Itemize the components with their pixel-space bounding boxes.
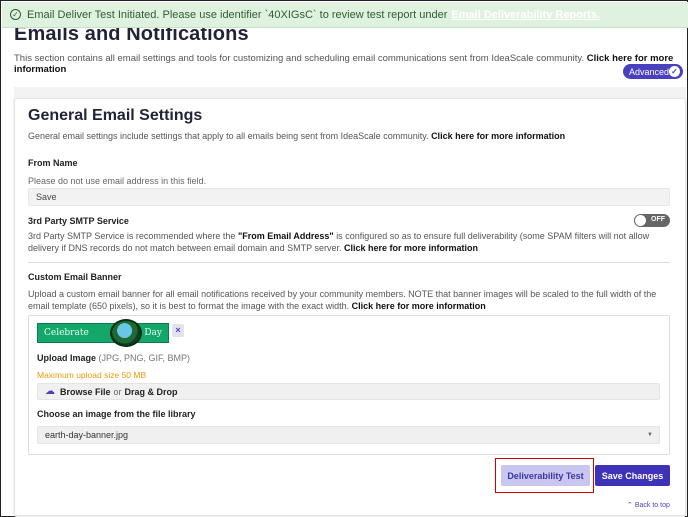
toggle-knob bbox=[635, 215, 646, 226]
drag-drop-text: Drag & Drop bbox=[124, 386, 178, 397]
success-toast: ✓ Email Deliver Test Initiated. Please u… bbox=[2, 2, 688, 28]
from-name-help: Please do not use email address in this … bbox=[28, 176, 207, 186]
banner-text-left: Celebrate bbox=[44, 328, 89, 338]
toast-message: Email Deliver Test Initiated. Please use… bbox=[27, 8, 448, 21]
remove-banner-button[interactable]: × bbox=[172, 324, 184, 337]
smtp-more-info-link[interactable]: Click here for more information bbox=[344, 243, 478, 253]
banner-text-right: Day bbox=[144, 328, 162, 338]
deliverability-reports-link[interactable]: Email Deliverability Reports. bbox=[451, 9, 600, 21]
general-more-info-link[interactable]: Click here for more information bbox=[431, 131, 565, 141]
file-library-label: Choose an image from the file library bbox=[37, 409, 196, 419]
from-name-value: Save bbox=[36, 192, 57, 202]
max-upload-size: Maximum upload size 50 MB bbox=[37, 370, 147, 380]
file-library-select[interactable]: earth-day-banner.jpg ▼ bbox=[37, 426, 660, 444]
checkmark-icon: ✓ bbox=[669, 66, 680, 77]
section-description-text: General email settings include settings … bbox=[28, 131, 429, 141]
page-intro-text: This section contains all email settings… bbox=[14, 53, 585, 64]
smtp-label: 3rd Party SMTP Service bbox=[28, 216, 129, 226]
advanced-toggle[interactable]: Advanced ✓ bbox=[623, 64, 683, 79]
highlight-box bbox=[495, 458, 594, 493]
upload-image-title: Upload Image bbox=[37, 353, 97, 363]
banner-label: Custom Email Banner bbox=[28, 272, 122, 282]
app-frame: ✓ Email Deliver Test Initiated. Please u… bbox=[0, 0, 688, 517]
check-circle-icon: ✓ bbox=[10, 9, 21, 20]
from-name-input[interactable]: Save bbox=[28, 188, 670, 206]
save-changes-button[interactable]: Save Changes bbox=[595, 465, 670, 486]
smtp-description: 3rd Party SMTP Service is recommended wh… bbox=[28, 230, 673, 254]
double-chevron-up-icon: ⌃ bbox=[627, 502, 633, 509]
browse-file-link[interactable]: Browse File bbox=[60, 387, 111, 397]
banner-desc-text: Upload a custom email banner for all ema… bbox=[28, 289, 657, 311]
section-description: General email settings include settings … bbox=[28, 131, 565, 141]
upload-image-label: Upload Image (JPG, PNG, GIF, BMP) bbox=[37, 353, 190, 363]
from-name-label: From Name bbox=[28, 158, 78, 168]
toggle-state: OFF bbox=[651, 216, 665, 223]
globe-icon bbox=[110, 319, 142, 347]
divider bbox=[28, 262, 670, 263]
smtp-toggle[interactable]: OFF bbox=[634, 214, 670, 227]
page-intro: This section contains all email settings… bbox=[14, 53, 687, 75]
smtp-desc-bold: "From Email Address" bbox=[237, 231, 334, 241]
back-to-top-text: Back to top bbox=[634, 502, 670, 509]
caret-down-icon: ▼ bbox=[647, 432, 653, 438]
banner-description: Upload a custom email banner for all ema… bbox=[28, 288, 673, 312]
file-dropzone[interactable]: ☁ Browse File or Drag & Drop bbox=[37, 383, 660, 400]
section-title: General Email Settings bbox=[28, 107, 203, 124]
upload-types: (JPG, PNG, GIF, BMP) bbox=[98, 353, 191, 363]
or-text: or bbox=[113, 386, 122, 397]
banner-more-info-link[interactable]: Click here for more information bbox=[352, 301, 486, 311]
cloud-upload-icon: ☁ bbox=[45, 386, 55, 397]
advanced-label: Advanced bbox=[629, 66, 670, 77]
file-library-value: earth-day-banner.jpg bbox=[45, 430, 129, 440]
smtp-desc-part1: 3rd Party SMTP Service is recommended wh… bbox=[28, 231, 236, 241]
back-to-top-link[interactable]: ⌃ Back to top bbox=[627, 501, 670, 509]
banner-preview: Celebrate Day bbox=[37, 319, 169, 347]
